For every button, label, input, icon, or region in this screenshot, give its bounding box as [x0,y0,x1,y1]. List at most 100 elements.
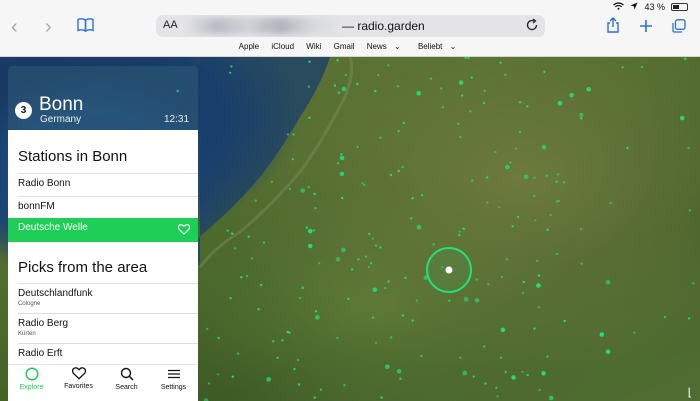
station-dot[interactable] [374,341,378,344]
station-dot[interactable] [356,145,359,149]
station-dot[interactable] [367,265,371,269]
station-dot[interactable] [536,283,541,288]
station-dot[interactable] [343,384,346,387]
station-dot[interactable] [579,228,583,231]
station-dot[interactable] [411,319,414,322]
station-dot[interactable] [549,213,552,217]
station-dot[interactable] [228,71,232,74]
new-tab-icon[interactable] [640,20,652,32]
pick-row[interactable]: Radio Erft [18,343,198,364]
station-dot[interactable] [240,276,243,279]
station-dot[interactable] [605,279,611,285]
station-dot[interactable] [396,85,400,88]
station-dot[interactable] [230,65,233,68]
station-dot[interactable] [470,76,473,79]
tab-settings[interactable]: Settings [150,367,197,391]
station-dot[interactable] [336,336,339,340]
station-dot[interactable] [504,370,507,374]
station-dot[interactable] [514,147,518,150]
station-dot[interactable] [226,229,229,232]
tab-favorites[interactable]: Favorites [55,367,102,390]
station-dot[interactable] [272,340,275,343]
reader-view-button[interactable]: AA [163,19,178,31]
station-dot[interactable] [420,194,424,197]
station-dot[interactable] [563,319,566,323]
tab-search[interactable]: Search [103,367,150,391]
station-dot[interactable] [526,105,529,108]
station-dot[interactable] [257,308,260,311]
station-dot[interactable] [472,375,475,378]
station-dot[interactable] [557,100,563,106]
station-dot[interactable] [555,180,558,183]
station-dot[interactable] [464,57,467,60]
station-dot[interactable] [206,327,209,331]
station-dot[interactable] [371,237,374,240]
station-dot[interactable] [440,87,443,90]
station-dot[interactable] [609,201,612,205]
station-dot[interactable] [281,339,284,342]
station-dot[interactable] [461,94,464,97]
station-dot[interactable] [459,356,462,359]
station-dot[interactable] [293,367,296,371]
station-dot[interactable] [308,116,311,119]
station-dot[interactable] [236,352,240,355]
station-dot[interactable] [336,59,339,62]
station-dot[interactable] [580,117,583,120]
station-dot[interactable] [337,91,341,94]
station-dot[interactable] [254,199,257,202]
station-dot[interactable] [231,232,234,235]
station-dot[interactable] [504,73,507,76]
station-dot[interactable] [494,150,497,154]
station-dot[interactable] [305,226,308,229]
station-dot[interactable] [260,283,263,287]
station-dot[interactable] [548,395,554,401]
station-dot[interactable] [229,297,232,300]
station-dot[interactable] [384,286,387,290]
station-row-playing[interactable]: Deutsche Welle [8,218,198,242]
station-dot[interactable] [207,382,211,385]
station-dot[interactable] [483,345,486,348]
station-dot[interactable] [497,206,501,209]
station-dot[interactable] [688,209,692,212]
station-dot[interactable] [469,110,472,113]
station-dot[interactable] [521,292,525,295]
station-dot[interactable] [416,91,422,96]
station-dot[interactable] [270,180,274,183]
station-dot[interactable] [626,146,629,150]
station-dot[interactable] [369,262,373,265]
favorite-beliebt-folder[interactable]: Beliebt ⌄ [418,42,461,51]
back-button[interactable]: ‹ [11,17,18,37]
station-dot[interactable] [545,174,548,177]
station-dot[interactable] [462,370,468,376]
station-row[interactable]: bonnFM [18,196,198,220]
station-dot[interactable] [250,257,254,260]
station-dot[interactable] [499,61,502,64]
station-dot[interactable] [537,306,540,309]
station-dot[interactable] [569,92,574,98]
station-dot[interactable] [336,162,340,165]
station-dot[interactable] [496,395,499,398]
station-dot[interactable] [546,228,549,231]
station-dot[interactable] [361,182,364,185]
station-dot[interactable] [288,187,292,191]
station-dot[interactable] [216,373,220,376]
station-dot[interactable] [640,65,644,69]
station-dot[interactable] [307,85,311,88]
station-dot[interactable] [546,355,549,358]
station-dot[interactable] [474,298,480,303]
station-dot[interactable] [217,336,220,340]
station-dot[interactable] [410,217,413,220]
station-dot[interactable] [579,112,584,118]
station-dot[interactable] [516,215,520,219]
pick-row[interactable]: Radio Berg Kürten [18,313,198,341]
station-dot[interactable] [313,192,316,196]
station-dot[interactable] [363,183,366,187]
station-dot[interactable] [432,243,435,246]
station-dot[interactable] [562,181,566,184]
share-icon[interactable] [606,17,620,33]
station-dot[interactable] [487,283,490,286]
station-dot[interactable] [416,224,422,230]
station-dot[interactable] [314,310,318,313]
station-dot[interactable] [505,258,508,261]
station-dot[interactable] [420,354,423,358]
